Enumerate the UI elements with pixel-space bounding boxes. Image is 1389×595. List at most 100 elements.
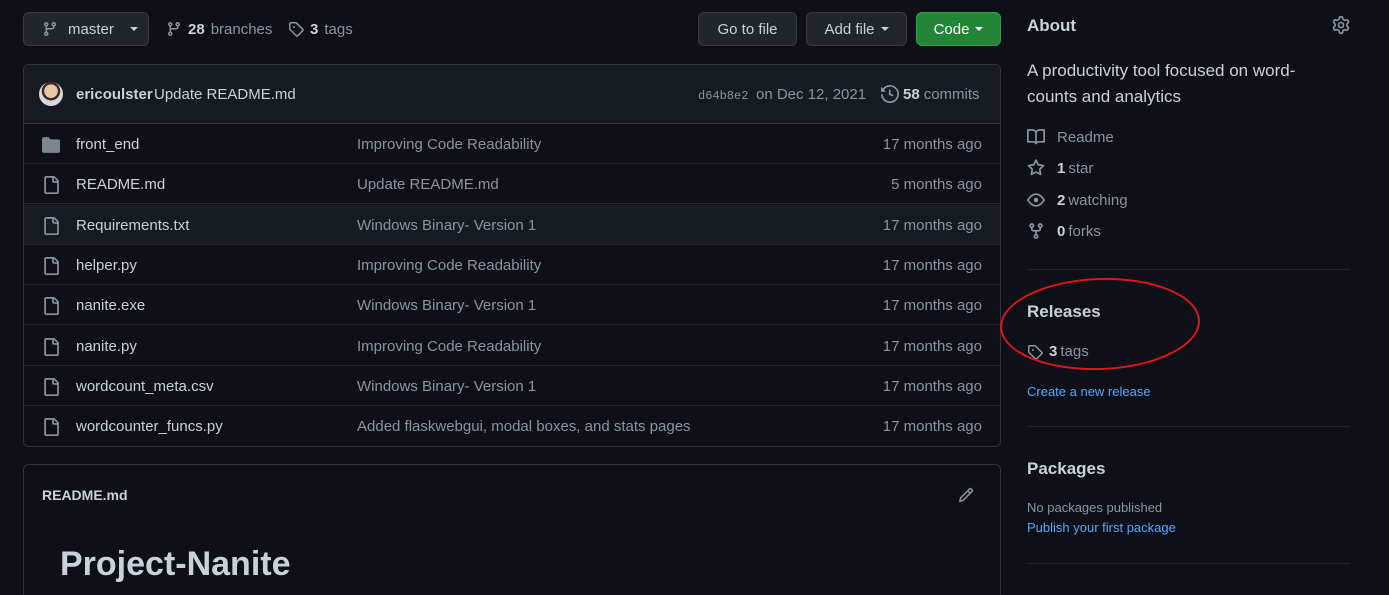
- forks-link[interactable]: 0 forks: [1027, 222, 1101, 240]
- commit-sha-link[interactable]: d64b8e2: [698, 89, 748, 103]
- file-commit-message-link[interactable]: Windows Binary- Version 1: [357, 297, 536, 314]
- chevron-down-icon: [880, 27, 889, 31]
- file-row[interactable]: front_end Improving Code Readability 17 mo…: [24, 124, 1000, 164]
- go-to-file-button[interactable]: Go to file: [698, 12, 797, 46]
- file-commit-message-link[interactable]: Improving Code Readability: [357, 338, 541, 355]
- fork-icon: [1027, 222, 1045, 240]
- file-icon: [42, 216, 60, 235]
- file-name-link[interactable]: README.md: [76, 176, 165, 193]
- tag-icon: [288, 21, 304, 37]
- stars-label: star: [1068, 159, 1094, 177]
- about-description: A productivity tool focused on word-coun…: [1027, 61, 1296, 106]
- branches-label: branches: [210, 20, 273, 38]
- eye-icon: [1027, 191, 1045, 209]
- readme-heading: Project-Nanite: [60, 545, 291, 583]
- watching-link[interactable]: 2 watching: [1027, 191, 1128, 209]
- file-row[interactable]: wordcounter_funcs.py Added flaskwebgui, m…: [24, 406, 1000, 446]
- file-row[interactable]: Requirements.txt Windows Binary- Version …: [24, 204, 1000, 245]
- add-file-button[interactable]: Add file: [806, 12, 907, 46]
- book-icon: [1027, 128, 1045, 146]
- tags-count: 3: [310, 20, 319, 38]
- tags-link[interactable]: 3 tags: [288, 12, 353, 46]
- annotation-circle: [998, 274, 1202, 374]
- no-packages-text: No packages published: [1027, 500, 1163, 515]
- file-browser: ericoulster Update README.md d64b8e2 on …: [23, 64, 1001, 447]
- tags-label: tags: [324, 20, 353, 38]
- git-branch-icon: [166, 21, 182, 37]
- file-age: 17 months ago: [882, 418, 982, 436]
- file-commit-message-link[interactable]: Windows Binary- Version 1: [357, 217, 536, 234]
- file-name-link[interactable]: helper.py: [76, 257, 137, 274]
- publish-package-link[interactable]: Publish your first package: [1027, 520, 1176, 535]
- commit-author-link[interactable]: ericoulster: [76, 86, 153, 103]
- file-age: 17 months ago: [882, 136, 982, 153]
- gear-icon[interactable]: [1332, 16, 1350, 34]
- watching-label: watching: [1068, 191, 1128, 209]
- file-name-link[interactable]: nanite.py: [76, 338, 137, 355]
- file-commit-message-link[interactable]: Windows Binary- Version 1: [357, 378, 536, 395]
- chevron-down-icon: [129, 27, 138, 31]
- file-age: 5 months ago: [891, 176, 982, 194]
- latest-commit-header: ericoulster Update README.md d64b8e2 on …: [24, 65, 1000, 124]
- star-icon: [1027, 159, 1045, 177]
- stars-link[interactable]: 1 star: [1027, 159, 1093, 177]
- file-name-link[interactable]: front_end: [76, 136, 139, 153]
- file-age: 17 months ago: [882, 377, 982, 395]
- file-commit-message-link[interactable]: Update README.md: [357, 176, 499, 193]
- file-name-link[interactable]: Requirements.txt: [76, 217, 189, 234]
- file-age: 17 months ago: [882, 256, 982, 274]
- file-icon: [42, 176, 60, 195]
- folder-icon: [42, 136, 60, 154]
- readme-label: Readme: [1057, 128, 1114, 146]
- go-to-file-label: Go to file: [717, 20, 778, 38]
- code-button[interactable]: Code: [916, 12, 1001, 46]
- file-name-link[interactable]: wordcount_meta.csv: [76, 378, 214, 395]
- branch-name: master: [68, 20, 114, 38]
- sidebar-divider: [1027, 426, 1350, 427]
- file-icon: [42, 256, 60, 275]
- file-commit-message-link[interactable]: Added flaskwebgui, modal boxes, and stat…: [357, 418, 691, 435]
- commits-label: commits: [923, 85, 980, 103]
- chevron-down-icon: [975, 27, 984, 31]
- avatar[interactable]: [39, 82, 63, 106]
- file-row[interactable]: nanite.exe Windows Binary- Version 1 17 mo…: [24, 285, 1000, 326]
- file-row[interactable]: nanite.py Improving Code Readability 17 mo…: [24, 326, 1000, 366]
- readme-link[interactable]: Readme: [1027, 128, 1114, 146]
- watching-count: 2: [1057, 191, 1066, 209]
- create-release-link[interactable]: Create a new release: [1027, 384, 1151, 399]
- forks-label: forks: [1068, 222, 1101, 240]
- file-commit-message-link[interactable]: Improving Code Readability: [357, 136, 541, 153]
- git-branch-icon: [42, 21, 58, 37]
- file-name-link[interactable]: wordcounter_funcs.py: [76, 418, 223, 435]
- file-commit-message-link[interactable]: Improving Code Readability: [357, 257, 541, 274]
- file-age: 17 months ago: [882, 216, 982, 234]
- file-age: 17 months ago: [882, 337, 982, 355]
- branches-link[interactable]: 28 branches: [166, 12, 272, 46]
- sidebar-divider: [1027, 269, 1350, 270]
- readme-panel: README.md Project-Nanite: [23, 464, 1001, 595]
- file-name-link[interactable]: nanite.exe: [76, 297, 145, 314]
- stars-count: 1: [1057, 159, 1066, 177]
- commit-message-link[interactable]: Update README.md: [154, 86, 296, 103]
- commit-date: on Dec 12, 2021: [756, 86, 867, 103]
- commits-count: 58: [903, 85, 920, 103]
- packages-title[interactable]: Packages: [1027, 459, 1105, 479]
- forks-count: 0: [1057, 222, 1066, 240]
- pencil-icon[interactable]: [958, 487, 974, 503]
- branch-selector-button[interactable]: master: [23, 12, 149, 46]
- about-title: About: [1027, 16, 1077, 35]
- file-age: 17 months ago: [882, 297, 982, 315]
- readme-filename[interactable]: README.md: [42, 487, 128, 503]
- file-icon: [42, 337, 60, 356]
- history-icon: [881, 85, 899, 103]
- file-icon: [42, 418, 60, 437]
- file-row[interactable]: README.md Update README.md 5 months ago: [24, 164, 1000, 205]
- file-row[interactable]: helper.py Improving Code Readability 17 mo…: [24, 245, 1000, 285]
- commits-history-link[interactable]: 58 commits: [881, 85, 980, 103]
- sidebar-divider: [1027, 563, 1350, 564]
- file-icon: [42, 297, 60, 316]
- add-file-label: Add file: [824, 20, 875, 38]
- file-icon: [42, 377, 60, 396]
- file-row[interactable]: wordcount_meta.csv Windows Binary- Versio…: [24, 366, 1000, 406]
- code-label: Code: [933, 20, 970, 38]
